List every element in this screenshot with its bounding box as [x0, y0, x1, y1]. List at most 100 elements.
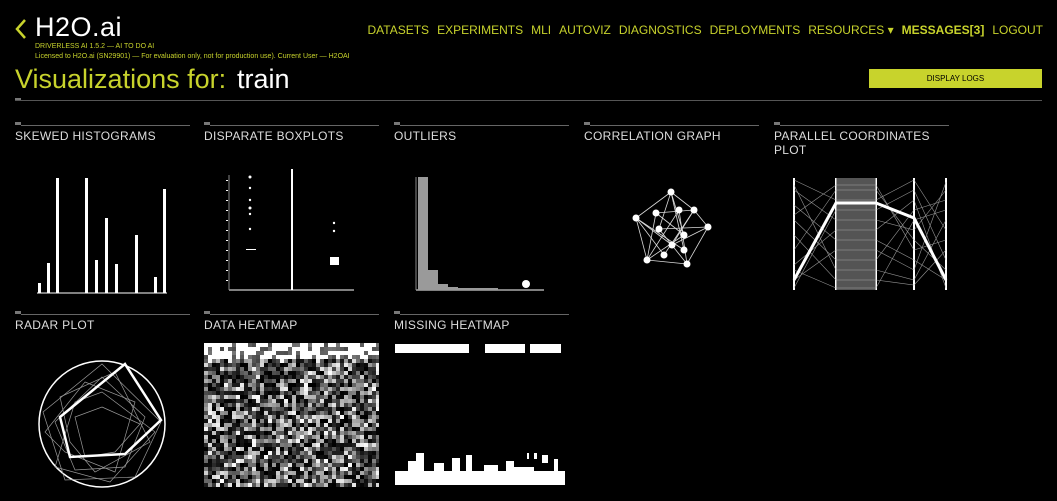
nav-experiments[interactable]: EXPERIMENTS — [437, 23, 523, 37]
heatmap-cell — [308, 419, 312, 423]
heatmap-cell — [272, 371, 276, 375]
heatmap-cell — [328, 367, 332, 371]
heatmap-cell — [360, 395, 364, 399]
heatmap-cell — [220, 391, 224, 395]
heatmap-cell — [324, 467, 328, 471]
nav-resources[interactable]: RESOURCES ▾ — [808, 23, 893, 37]
heatmap-cell — [276, 375, 280, 379]
heatmap-cell — [312, 427, 316, 431]
heatmap-cell — [320, 363, 324, 367]
heatmap-cell — [256, 359, 260, 363]
heatmap-cell — [376, 479, 379, 483]
heatmap-cell — [320, 443, 324, 447]
heatmap-cell — [308, 431, 312, 435]
nav-mli[interactable]: MLI — [531, 23, 551, 37]
heatmap-cell — [348, 379, 352, 383]
card-disparate-boxplots[interactable]: DISPARATE BOXPLOTS — [204, 122, 379, 291]
heatmap-cell — [332, 343, 336, 347]
heatmap-cell — [336, 447, 340, 451]
heatmap-cell — [316, 375, 320, 379]
heatmap-cell — [208, 443, 212, 447]
heatmap-cell — [240, 483, 244, 487]
nav-autoviz[interactable]: AUTOVIZ — [559, 23, 611, 37]
heatmap-cell — [304, 471, 308, 475]
heatmap-cell — [364, 407, 368, 411]
card-correlation-graph[interactable]: CORRELATION GRAPH — [584, 122, 759, 268]
heatmap-cell — [328, 379, 332, 383]
heatmap-cell — [260, 383, 264, 387]
heatmap-cell — [232, 347, 236, 351]
heatmap-cell — [284, 407, 288, 411]
heatmap-cell — [360, 435, 364, 439]
heatmap-cell — [252, 463, 256, 467]
heatmap-cell — [364, 423, 368, 427]
heatmap-cell — [360, 455, 364, 459]
heatmap-cell — [256, 367, 260, 371]
heatmap-cell — [228, 455, 232, 459]
heatmap-cell — [324, 383, 328, 387]
heatmap-cell — [328, 395, 332, 399]
heatmap-cell — [320, 439, 324, 443]
heatmap-cell — [356, 455, 360, 459]
heatmap-cell — [348, 343, 352, 347]
heatmap-cell — [340, 463, 344, 467]
heatmap-cell — [204, 467, 208, 471]
heatmap-cell — [292, 443, 296, 447]
nav-deployments[interactable]: DEPLOYMENTS — [710, 23, 801, 37]
heatmap-cell — [216, 367, 220, 371]
card-skewed-histograms[interactable]: SKEWED HISTOGRAMS — [15, 122, 190, 294]
heatmap-cell — [272, 467, 276, 471]
heatmap-cell — [304, 343, 308, 347]
heatmap-cell — [240, 367, 244, 371]
heatmap-cell — [264, 443, 268, 447]
heatmap-cell — [216, 415, 220, 419]
heatmap-cell — [296, 379, 300, 383]
nav-diagnostics[interactable]: DIAGNOSTICS — [619, 23, 702, 37]
heatmap-cell — [356, 475, 360, 479]
heatmap-cell — [208, 343, 212, 347]
heatmap-cell — [320, 347, 324, 351]
nav-messages[interactable]: MESSAGES[3] — [902, 23, 985, 37]
heatmap-cell — [216, 399, 220, 403]
heatmap-cell — [348, 419, 352, 423]
heatmap-cell — [204, 371, 208, 375]
heatmap-cell — [280, 347, 284, 351]
heatmap-cell — [248, 379, 252, 383]
heatmap-cell — [372, 355, 376, 359]
heatmap-cell — [252, 455, 256, 459]
nav-datasets[interactable]: DATASETS — [367, 23, 429, 37]
nav-logout[interactable]: LOGOUT — [992, 23, 1043, 37]
heatmap-cell — [232, 387, 236, 391]
heatmap-cell — [352, 463, 356, 467]
heatmap-cell — [208, 471, 212, 475]
heatmap-cell — [316, 363, 320, 367]
heatmap-cell — [228, 359, 232, 363]
card-missing-heatmap[interactable]: MISSING HEATMAP — [394, 311, 569, 485]
card-parallel-coordinates-plot[interactable]: PARALLEL COORDINATES PLOT — [774, 122, 949, 290]
heatmap-cell — [300, 467, 304, 471]
heatmap-cell — [324, 423, 328, 427]
heatmap-cell — [316, 399, 320, 403]
brand-logo[interactable]: H2O.ai — [35, 12, 122, 43]
heatmap-cell — [272, 375, 276, 379]
heatmap-cell — [248, 419, 252, 423]
heatmap-cell — [212, 423, 216, 427]
card-radar-plot[interactable]: RADAR PLOT — [15, 311, 190, 488]
display-logs-button[interactable]: DISPLAY LOGS — [869, 69, 1042, 88]
back-chevron-icon[interactable] — [13, 18, 29, 40]
heatmap-cell — [284, 411, 288, 415]
heatmap-cell — [268, 451, 272, 455]
heatmap-cell — [268, 415, 272, 419]
heatmap-cell — [368, 371, 372, 375]
heatmap-cell — [236, 423, 240, 427]
heatmap-cell — [316, 423, 320, 427]
heatmap-cell — [320, 451, 324, 455]
heatmap-cell — [364, 431, 368, 435]
card-outliers[interactable]: OUTLIERS — [394, 122, 569, 291]
heatmap-cell — [356, 443, 360, 447]
heatmap-cell — [272, 359, 276, 363]
heatmap-cell — [364, 443, 368, 447]
card-data-heatmap[interactable]: DATA HEATMAP — [204, 311, 379, 487]
heatmap-cell — [312, 475, 316, 479]
heatmap-cell — [260, 467, 264, 471]
